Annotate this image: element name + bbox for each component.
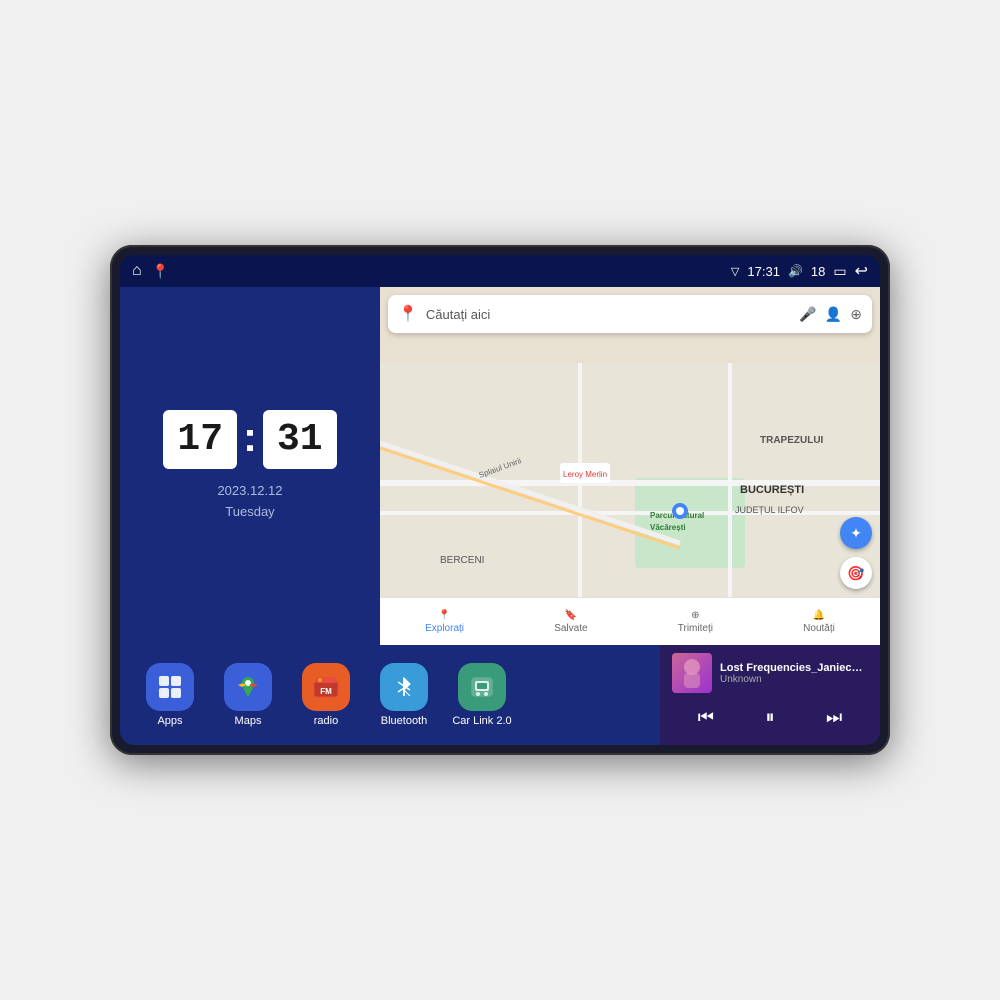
svg-text:Văcărești: Văcărești	[650, 523, 686, 532]
status-left: ⌂ 📍	[132, 262, 169, 280]
music-artist: Unknown	[720, 674, 868, 685]
volume-icon: 🔊	[788, 264, 803, 278]
app-item-apps[interactable]: Apps	[140, 663, 200, 727]
explore-icon: 📍	[438, 610, 450, 621]
battery-icon: ▭	[833, 263, 846, 280]
map-search-bar[interactable]: 📍 Căutați aici 🎤 👤 ⊕	[388, 295, 872, 333]
map-account-icon[interactable]: 👤	[825, 306, 842, 323]
app-item-carlink[interactable]: Car Link 2.0	[452, 663, 512, 727]
map-location-button[interactable]: 🎯	[840, 557, 872, 589]
album-art	[672, 653, 712, 693]
top-section: 17 : 31 2023.12.12 Tuesday 📍 Căutați aic…	[120, 287, 880, 645]
updates-icon: 🔔	[813, 610, 825, 621]
updates-label: Noutăți	[803, 623, 835, 634]
apps-label: Apps	[157, 715, 182, 727]
bluetooth-label: Bluetooth	[381, 715, 427, 727]
status-right: ▽ 17:31 🔊 18 ▭ ↩	[731, 261, 868, 281]
map-nav-saved[interactable]: 🔖 Salvate	[554, 610, 587, 634]
music-title: Lost Frequencies_Janieck Devy-...	[720, 662, 868, 674]
map-compass-icon: ✦	[850, 525, 862, 542]
signal-icon: ▽	[731, 265, 739, 278]
carlink-label: Car Link 2.0	[452, 715, 511, 727]
google-maps-pin-icon: 📍	[398, 304, 418, 324]
music-next-button[interactable]: ⏭	[818, 703, 850, 732]
svg-text:Leroy Merlin: Leroy Merlin	[563, 470, 607, 479]
map-nav-updates[interactable]: 🔔 Noutăți	[803, 610, 835, 634]
explore-label: Explorați	[425, 623, 464, 634]
music-prev-button[interactable]: ⏮	[690, 703, 722, 732]
share-label: Trimiteți	[678, 623, 713, 634]
map-directions-button[interactable]: ✦	[840, 517, 872, 549]
svg-text:BUCUREȘTI: BUCUREȘTI	[740, 484, 804, 496]
saved-icon: 🔖	[565, 610, 577, 621]
map-mic-icon[interactable]: 🎤	[799, 306, 816, 323]
radio-label: radio	[314, 715, 338, 727]
music-play-button[interactable]: ⏸	[758, 703, 783, 732]
saved-label: Salvate	[554, 623, 587, 634]
status-time: 17:31	[747, 264, 780, 279]
svg-text:JUDEȚUL ILFOV: JUDEȚUL ILFOV	[735, 505, 804, 515]
carlink-icon	[458, 663, 506, 711]
day-text: Tuesday	[217, 502, 282, 523]
map-search-placeholder: Căutați aici	[426, 307, 791, 322]
maps-icon	[224, 663, 272, 711]
map-layers-icon[interactable]: ⊕	[850, 306, 862, 323]
svg-text:BERCENI: BERCENI	[440, 555, 484, 566]
radio-icon: FM	[302, 663, 350, 711]
clock-hours: 17	[163, 410, 237, 469]
volume-level: 18	[811, 264, 825, 279]
status-bar: ⌂ 📍 ▽ 17:31 🔊 18 ▭ ↩	[120, 255, 880, 287]
map-bottom-nav: 📍 Explorați 🔖 Salvate ⊕ Trimiteți 🔔	[380, 597, 880, 645]
clock-minutes: 31	[263, 410, 337, 469]
main-content: 17 : 31 2023.12.12 Tuesday 📍 Căutați aic…	[120, 287, 880, 745]
home-icon[interactable]: ⌂	[132, 262, 142, 280]
back-icon[interactable]: ↩	[855, 261, 868, 281]
device-outer: ⌂ 📍 ▽ 17:31 🔊 18 ▭ ↩ 17 :	[110, 245, 890, 755]
device-screen: ⌂ 📍 ▽ 17:31 🔊 18 ▭ ↩ 17 :	[120, 255, 880, 745]
bottom-section: Apps Maps	[120, 645, 880, 745]
clock-colon: :	[243, 413, 257, 461]
music-panel: Lost Frequencies_Janieck Devy-... Unknow…	[660, 645, 880, 745]
map-nav-explore[interactable]: 📍 Explorați	[425, 610, 464, 634]
clock-panel: 17 : 31 2023.12.12 Tuesday	[120, 287, 380, 645]
apps-icon	[146, 663, 194, 711]
share-icon: ⊕	[691, 610, 699, 621]
app-item-maps[interactable]: Maps	[218, 663, 278, 727]
app-item-bluetooth[interactable]: Bluetooth	[374, 663, 434, 727]
date-text: 2023.12.12	[217, 481, 282, 502]
music-controls: ⏮ ⏸ ⏭	[672, 703, 868, 732]
map-panel[interactable]: 📍 Căutați aici 🎤 👤 ⊕	[380, 287, 880, 645]
map-nav-share[interactable]: ⊕ Trimiteți	[678, 610, 713, 634]
music-info: Lost Frequencies_Janieck Devy-... Unknow…	[672, 653, 868, 693]
clock-display: 17 : 31	[163, 410, 336, 469]
bluetooth-app-icon	[380, 663, 428, 711]
music-details: Lost Frequencies_Janieck Devy-... Unknow…	[720, 662, 868, 685]
svg-text:FM: FM	[320, 687, 332, 696]
app-item-radio[interactable]: FM radio	[296, 663, 356, 727]
maps-label: Maps	[235, 715, 262, 727]
maps-shortcut-icon[interactable]: 📍	[152, 263, 169, 280]
svg-text:TRAPEZULUI: TRAPEZULUI	[760, 435, 824, 446]
apps-row: Apps Maps	[120, 645, 660, 745]
map-location-icon: 🎯	[847, 565, 864, 582]
date-display: 2023.12.12 Tuesday	[217, 481, 282, 523]
